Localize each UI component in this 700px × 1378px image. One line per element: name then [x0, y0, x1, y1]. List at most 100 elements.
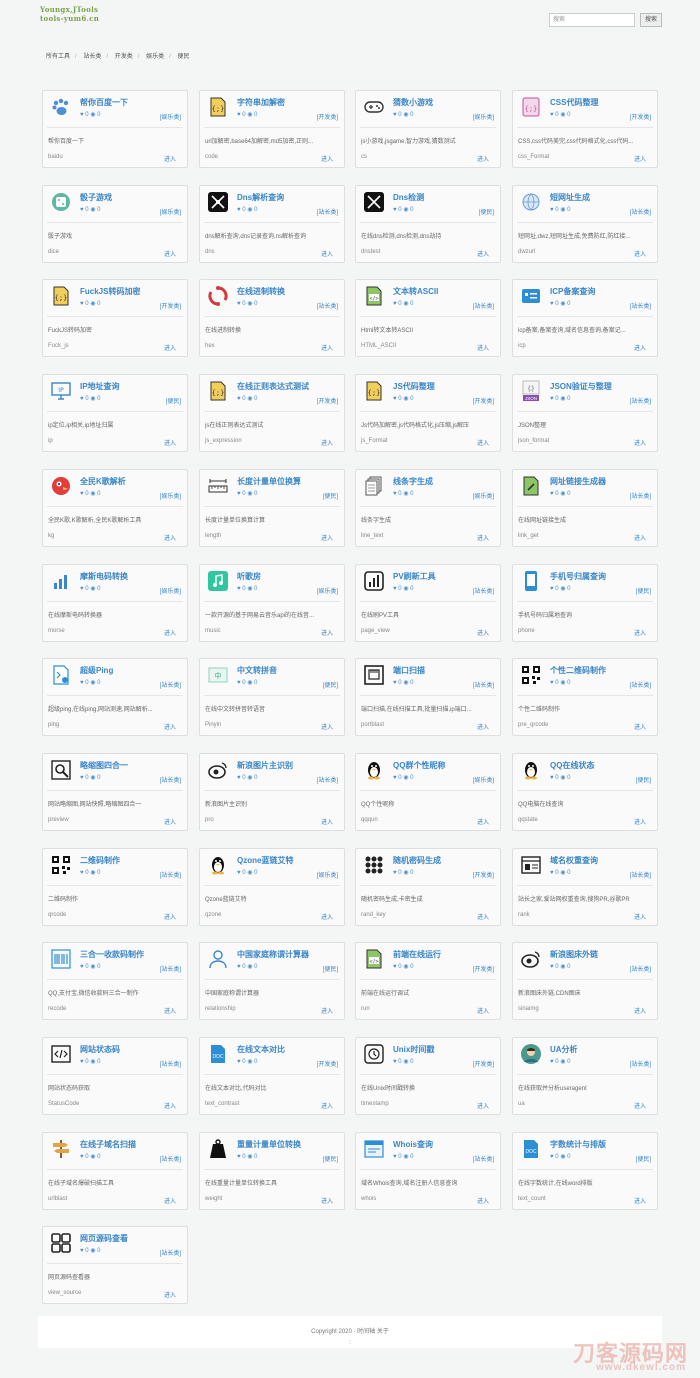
tool-category-tag[interactable]: [站长类]	[160, 1059, 181, 1068]
tool-card-cs[interactable]: 猜数小游戏 ♥ 0 ◉ 0 [娱乐类] js小游戏,jsgame,智力游戏,猜数测试 c…	[355, 90, 501, 168]
tool-card-weight[interactable]: 重量计量单位转换 ♥ 0 ◉ 0 [便民] 在线重量计量单位转换工具 weight 进入	[199, 1131, 345, 1210]
tool-card-view_source[interactable]: 网页源码查看 ♥ 0 ◉ 0 [站长类] 网页源码查看器 view_source 进入	[42, 1226, 188, 1305]
tool-category-tag[interactable]: [开发类]	[473, 870, 494, 879]
tool-card-qqqun[interactable]: QQ群个性昵称 ♥ 0 ◉ 0 [娱乐类] QQ个性昵称 qqqun 进入	[355, 752, 501, 831]
tool-title[interactable]: JSON验证与整理	[550, 381, 612, 392]
tool-card-urlblast[interactable]: 在线子域名扫描 ♥ 0 ◉ 0 [站长类] 在线子域名爆破扫描工具 urlblast 进入	[42, 1131, 188, 1210]
tool-category-tag[interactable]: [站长类]	[160, 964, 181, 973]
tool-category-tag[interactable]: [站长类]	[473, 1154, 494, 1163]
tool-card-qqstate[interactable]: QQ在线状态 ♥ 0 ◉ 0 [便民] QQ电脑在线查询 qqstate 进入	[512, 752, 658, 831]
tool-category-tag[interactable]: [娱乐类]	[160, 491, 181, 500]
tool-title[interactable]: 新浪图片主识别	[237, 760, 293, 771]
heart-icon[interactable]: ♥	[550, 964, 554, 970]
enter-link[interactable]: 进入	[477, 1196, 489, 1205]
tool-card-line_text[interactable]: 线条字生成 ♥ 0 ◉ 0 [娱乐类] 线条字生成 line_text 进入	[355, 468, 501, 547]
heart-icon[interactable]: ♥	[80, 112, 84, 118]
enter-link[interactable]: 进入	[634, 343, 646, 352]
tool-category-tag[interactable]: [便民]	[323, 964, 338, 973]
tool-card-ping[interactable]: 超级Ping ♥ 0 ◉ 0 [站长类] 超级ping,在线ping,网站测速,网站解…	[42, 658, 188, 737]
enter-link[interactable]: 进入	[321, 722, 333, 731]
enter-link[interactable]: 进入	[477, 533, 489, 542]
tool-category-tag[interactable]: [便民]	[636, 586, 651, 595]
heart-icon[interactable]: ♥	[393, 775, 397, 781]
tool-category-tag[interactable]: [开发类]	[473, 1059, 494, 1068]
heart-icon[interactable]: ♥	[80, 870, 84, 876]
tool-category-tag[interactable]: [站长类]	[473, 680, 494, 689]
tool-title[interactable]: 前端在线运行	[393, 949, 441, 960]
heart-icon[interactable]: ♥	[393, 964, 397, 970]
tool-title[interactable]: UA分析	[550, 1044, 578, 1055]
heart-icon[interactable]: ♥	[550, 1059, 554, 1065]
tool-card-run[interactable]: </> 前端在线运行 ♥ 0 ◉ 0 [开发类] 前端在线运行调试 run 进入	[355, 942, 501, 1021]
tool-card-code[interactable]: {;} 字符串加解密 ♥ 0 ◉ 0 [开发类] url加解密,base64加解密,md…	[199, 90, 345, 168]
tool-category-tag[interactable]: [便民]	[323, 1154, 338, 1163]
tool-card-music[interactable]: 听歌房 ♥ 0 ◉ 0 [娱乐类] 一款开源的基于网易云音乐api的在线音... mus…	[199, 563, 345, 642]
heart-icon[interactable]: ♥	[393, 396, 397, 402]
tool-title[interactable]: 在线正则表达式测试	[237, 381, 309, 392]
enter-link[interactable]: 进入	[321, 1006, 333, 1015]
enter-link[interactable]: 进入	[634, 154, 646, 163]
heart-icon[interactable]: ♥	[550, 586, 554, 592]
tool-title[interactable]: 超级Ping	[80, 665, 113, 676]
tool-title[interactable]: Dns解析查询	[237, 192, 284, 203]
tool-card-text_count[interactable]: DOC 字数统计与排版 ♥ 0 ◉ 0 [便民] 在线字数统计,在线word排版 text…	[512, 1131, 658, 1210]
tool-card-StatusCode[interactable]: 网站状态码 ♥ 0 ◉ 0 [站长类] 网站状态码获取 StatusCode 进入	[42, 1037, 188, 1115]
tool-title[interactable]: 新浪图床外链	[550, 949, 598, 960]
breadcrumb-all[interactable]: 所有工具	[46, 54, 70, 60]
heart-icon[interactable]: ♥	[80, 1248, 84, 1254]
enter-link[interactable]: 进入	[164, 722, 176, 731]
breadcrumb-webmaster[interactable]: 站长类	[83, 54, 101, 60]
enter-link[interactable]: 进入	[477, 722, 489, 731]
heart-icon[interactable]: ♥	[550, 396, 554, 402]
tool-card-Pinyin[interactable]: 中 中文转拼音 ♥ 0 ◉ 0 [便民] 在线中文转拼音转语音 Pinyin 进入	[199, 658, 345, 737]
enter-link[interactable]: 进入	[321, 154, 333, 163]
tool-card-text_contrast[interactable]: DOC 在线文本对比 ♥ 0 ◉ 0 [开发类] 在线文本对比,代码对比 text_con…	[199, 1037, 345, 1115]
enter-link[interactable]: 进入	[164, 343, 176, 352]
tool-title[interactable]: 二维码制作	[80, 855, 120, 866]
search-input[interactable]: 搜索	[549, 13, 635, 27]
tool-title[interactable]: Qzone蓝链艾特	[237, 855, 293, 866]
tool-title[interactable]: 在线子域名扫描	[80, 1139, 136, 1150]
tool-category-tag[interactable]: [便民]	[479, 207, 494, 216]
enter-link[interactable]: 进入	[164, 249, 176, 258]
enter-link[interactable]: 进入	[164, 533, 176, 542]
tool-category-tag[interactable]: [娱乐类]	[160, 112, 181, 121]
heart-icon[interactable]: ♥	[550, 112, 554, 118]
heart-icon[interactable]: ♥	[393, 1154, 397, 1160]
tool-title[interactable]: 短网址生成	[550, 192, 590, 203]
tool-card-phone[interactable]: 手机号归属查询 ♥ 0 ◉ 0 [便民] 手机号码归属地查询 phone 进入	[512, 563, 658, 642]
enter-link[interactable]: 进入	[634, 912, 646, 921]
tool-card-HTML_ASCII[interactable]: </> 文本转ASCII ♥ 0 ◉ 0 [站长类] Html转文本转ASCII HTML…	[355, 279, 501, 358]
tool-title[interactable]: 端口扫描	[393, 665, 425, 676]
tool-category-tag[interactable]: [站长类]	[317, 207, 338, 216]
tool-category-tag[interactable]: [站长类]	[473, 301, 494, 310]
tool-card-pro[interactable]: 新浪图片主识别 ♥ 0 ◉ 0 [站长类] 新浪图片主识别 pro 进入	[199, 752, 345, 831]
tool-title[interactable]: 略缩图四合一	[80, 760, 128, 771]
site-logo[interactable]: Youngx,JTools tools-yum6.cn	[40, 5, 99, 23]
tool-card-rank[interactable]: 域名权重查询 ♥ 0 ◉ 0 [站长类] 站长之家,爱站网权重查询,搜狗PR,谷歌PR…	[512, 847, 658, 926]
enter-link[interactable]: 进入	[477, 1101, 489, 1110]
heart-icon[interactable]: ♥	[80, 1154, 84, 1160]
tool-card-dns[interactable]: Dns解析查询 ♥ 0 ◉ 0 [站长类] dns解析查询,dns记录查询,ns解析查…	[199, 184, 345, 263]
heart-icon[interactable]: ♥	[393, 586, 397, 592]
tool-title[interactable]: 网址链接生成器	[550, 476, 606, 487]
tool-card-dnstest[interactable]: Dns检测 ♥ 0 ◉ 0 [便民] 在线dns检测,dns检测,dns劫持 dnste…	[355, 184, 501, 263]
tool-card-icp[interactable]: ICP备案查询 ♥ 0 ◉ 0 [站长类] icp备案,备案查询,域名信息查询,备案记…	[512, 279, 658, 358]
tool-card-ip[interactable]: IP IP地址查询 ♥ 0 ◉ 0 [便民] ip定位,ip相关,ip地址归属 ip 进入	[42, 374, 188, 453]
tool-category-tag[interactable]: [站长类]	[630, 964, 651, 973]
tool-category-tag[interactable]: [站长类]	[160, 680, 181, 689]
enter-link[interactable]: 进入	[321, 249, 333, 258]
heart-icon[interactable]: ♥	[237, 396, 241, 402]
enter-link[interactable]: 进入	[634, 817, 646, 826]
enter-link[interactable]: 进入	[164, 1290, 176, 1299]
enter-link[interactable]: 进入	[321, 912, 333, 921]
enter-link[interactable]: 进入	[164, 154, 176, 163]
tool-card-js_Format[interactable]: {;} JS代码整理 ♥ 0 ◉ 0 [开发类] Js代码加解密,js代码格式化,js压…	[355, 374, 501, 453]
tool-card-baidu[interactable]: 帮你百度一下 ♥ 0 ◉ 0 [娱乐类] 帮你百度一下 baidu 进入	[42, 90, 188, 168]
tool-category-tag[interactable]: [便民]	[323, 680, 338, 689]
heart-icon[interactable]: ♥	[550, 301, 554, 307]
tool-title[interactable]: 长度计量单位换算	[237, 476, 301, 487]
search-button[interactable]: 搜索	[640, 13, 662, 27]
enter-link[interactable]: 进入	[634, 722, 646, 731]
heart-icon[interactable]: ♥	[237, 491, 241, 497]
